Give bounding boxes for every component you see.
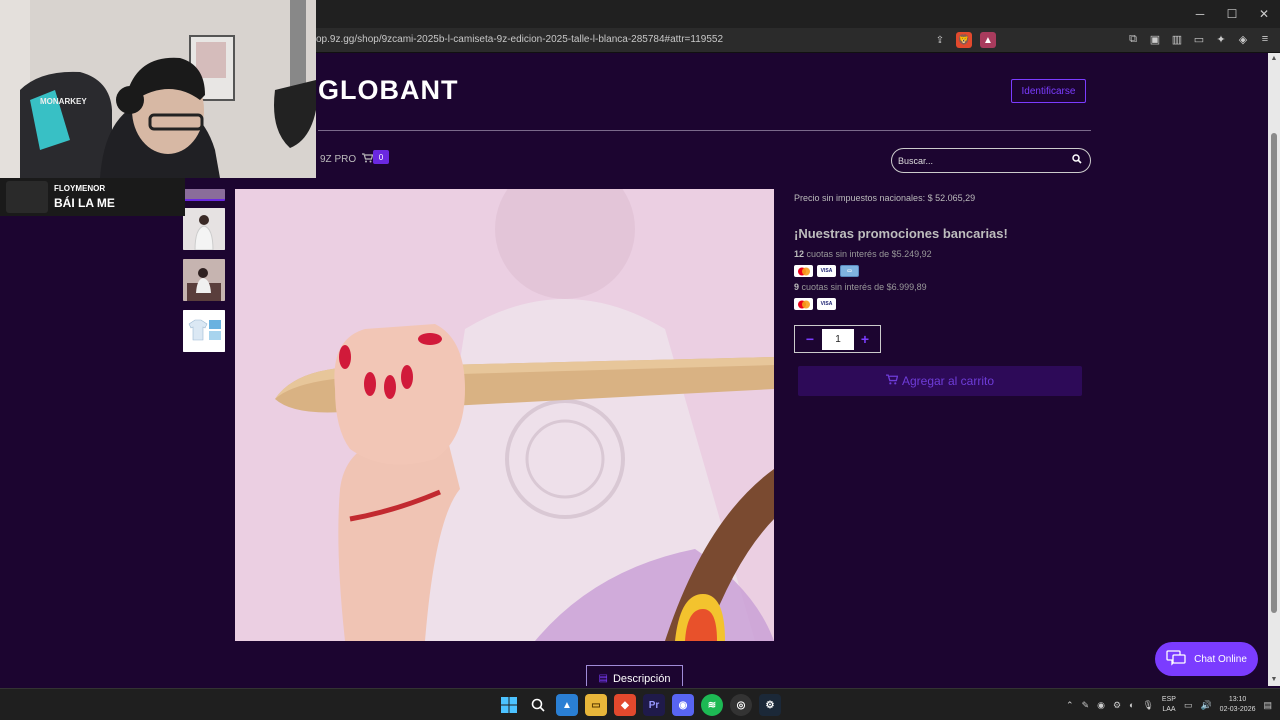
brave-rewards-icon[interactable]: ▲ [980, 32, 996, 48]
mastercard-icon [794, 298, 813, 310]
visa-icon: VISA [817, 298, 836, 310]
quantity-decrease-button[interactable]: − [802, 331, 818, 347]
cuotas-12: 12 cuotas sin interés de $5.249,92 [794, 249, 932, 259]
chat-online-label: Chat Online [1194, 653, 1247, 665]
login-button[interactable]: Identificarse [1011, 79, 1086, 103]
brave-shield-icon[interactable]: 🦁 [956, 32, 972, 48]
search-input[interactable] [898, 154, 1058, 168]
scroll-down-icon[interactable]: ▼ [1268, 674, 1280, 686]
taskbar: ▲ ▭ ◆ Pr ◉ ≋ ◎ ⚙ ⌃ ✎ ◉ ⚙ ◐ 🎙 ESP LAA ▭ 🔊… [0, 688, 1280, 720]
file-explorer-icon[interactable]: ▭ [585, 694, 607, 716]
clock[interactable]: 13:10 02-03-2026 [1220, 695, 1256, 715]
language-indicator[interactable]: ESP LAA [1162, 695, 1176, 715]
chat-online-button[interactable]: Chat Online [1155, 642, 1258, 676]
search-icon[interactable] [527, 694, 549, 716]
share-icon[interactable]: ⇪ [932, 32, 948, 48]
language-code: ESP [1161, 696, 1176, 703]
search-box [891, 148, 1091, 173]
subscriber-alert: FLOYMENOR BÁI LA ME [0, 178, 185, 216]
maximize-button[interactable]: ☐ [1216, 0, 1248, 28]
thumbnail-3[interactable] [183, 259, 225, 301]
taskbar-apps: ▲ ▭ ◆ Pr ◉ ≋ ◎ ⚙ [498, 694, 781, 716]
network-icon[interactable]: ▭ [1184, 700, 1193, 711]
header-divider [318, 130, 1091, 131]
leo-ai-icon[interactable]: ✦ [1214, 32, 1228, 46]
thumbnail-2[interactable] [183, 208, 225, 250]
minimize-button[interactable]: ─ [1184, 0, 1216, 28]
webcam-overlay: MONARKEY [0, 0, 316, 178]
url-field[interactable]: op.9z.gg/shop/9zcami-2025b-l-camiseta-9z… [316, 34, 723, 45]
subscriber-avatar [6, 181, 48, 213]
reader-icon[interactable]: ▣ [1148, 32, 1162, 46]
product-main-image[interactable] [235, 189, 774, 641]
subscriber-name: FLOYMENOR [54, 184, 106, 193]
cuotas-text: cuotas sin interés de $6.999,89 [801, 282, 927, 292]
steam-icon[interactable]: ⚙ [759, 694, 781, 716]
cart-icon[interactable] [362, 153, 374, 166]
steam-tray-icon[interactable]: ⚙ [1113, 700, 1121, 711]
mastercard-icon [794, 265, 813, 277]
scroll-up-icon[interactable]: ▲ [1268, 53, 1280, 65]
thumbnail-4[interactable] [183, 310, 225, 352]
vpn-icon[interactable]: ◈ [1236, 32, 1250, 46]
photos-icon[interactable]: ▲ [556, 694, 578, 716]
spotify-icon[interactable]: ≋ [701, 694, 723, 716]
cart-icon [885, 374, 899, 388]
tray-app-icon[interactable]: ◐ [1129, 700, 1134, 710]
card-list-12: VISA ▭ [794, 265, 859, 277]
cuotas-count: 9 [794, 282, 800, 292]
notifications-icon[interactable]: ▤ [1263, 700, 1272, 711]
add-to-cart-label: Agregar al carrito [901, 374, 995, 388]
nav-item-9z-pro[interactable]: 9Z PRO [320, 154, 356, 165]
bank-card-icon: ▭ [840, 265, 859, 277]
price-without-taxes: Precio sin impuestos nacionales: $ 52.06… [794, 193, 976, 203]
page-scrollbar[interactable]: ▲ ▼ [1268, 53, 1280, 686]
add-to-cart-button[interactable]: Agregar al carrito [798, 366, 1082, 396]
brave-icon[interactable]: ◆ [614, 694, 636, 716]
chevron-up-icon[interactable]: ⌃ [1066, 700, 1074, 711]
visa-icon: VISA [817, 265, 836, 277]
search-icon[interactable] [1072, 154, 1082, 167]
promo-title: ¡Nuestras promociones bancarias! [794, 226, 1008, 241]
subscriber-message: BÁI LA ME [54, 196, 115, 210]
windows-start-icon[interactable] [498, 694, 520, 716]
keyboard-layout: LAA [1162, 706, 1176, 713]
cuotas-9: 9 cuotas sin interés de $6.999,89 [794, 282, 927, 292]
microphone-icon[interactable]: 🎙 [1142, 700, 1153, 711]
extensions-icon[interactable]: ⧉ [1126, 32, 1140, 46]
card-list-9: VISA [794, 298, 836, 310]
address-actions: ⇪ 🦁 ▲ [932, 32, 996, 48]
tab-description[interactable]: ▤ Descripción [586, 665, 683, 686]
premiere-icon[interactable]: Pr [643, 694, 665, 716]
quantity-input[interactable]: 1 [822, 329, 854, 350]
chat-icon [1166, 649, 1186, 669]
quantity-increase-button[interactable]: + [857, 331, 873, 347]
discord-tray-icon[interactable]: ◉ [1097, 700, 1105, 711]
scroll-thumb[interactable] [1271, 133, 1277, 613]
system-tray: ⌃ ✎ ◉ ⚙ ◐ 🎙 ESP LAA ▭ 🔊 13:10 02-03-2026… [1066, 689, 1280, 720]
sidebar-icon[interactable]: ▥ [1170, 32, 1184, 46]
discord-icon[interactable]: ◉ [672, 694, 694, 716]
toolbar-icons: ⧉ ▣ ▥ ▭ ✦ ◈ ≡ [1126, 32, 1272, 46]
tray-app-icon[interactable]: ✎ [1082, 700, 1090, 711]
document-icon: ▤ [598, 673, 608, 684]
clock-time: 13:10 [1228, 696, 1247, 703]
cuotas-text: cuotas sin interés de $5.249,92 [806, 249, 932, 259]
volume-icon[interactable]: 🔊 [1200, 700, 1211, 711]
cart-count-badge[interactable]: 0 [373, 150, 389, 164]
window-controls: ─ ☐ ✕ [1184, 0, 1280, 28]
thumbnail-1[interactable] [183, 189, 225, 201]
tab-description-label: Descripción [612, 672, 671, 685]
menu-icon[interactable]: ≡ [1258, 32, 1272, 46]
clock-date: 02-03-2026 [1219, 706, 1256, 713]
quantity-stepper: − 1 + [794, 325, 881, 353]
wallet-icon[interactable]: ▭ [1192, 32, 1206, 46]
close-button[interactable]: ✕ [1248, 0, 1280, 28]
obs-icon[interactable]: ◎ [730, 694, 752, 716]
site-logo[interactable]: GLOBANT [318, 75, 458, 106]
cuotas-count: 12 [794, 249, 805, 259]
svg-text:MONARKEY: MONARKEY [40, 97, 87, 106]
